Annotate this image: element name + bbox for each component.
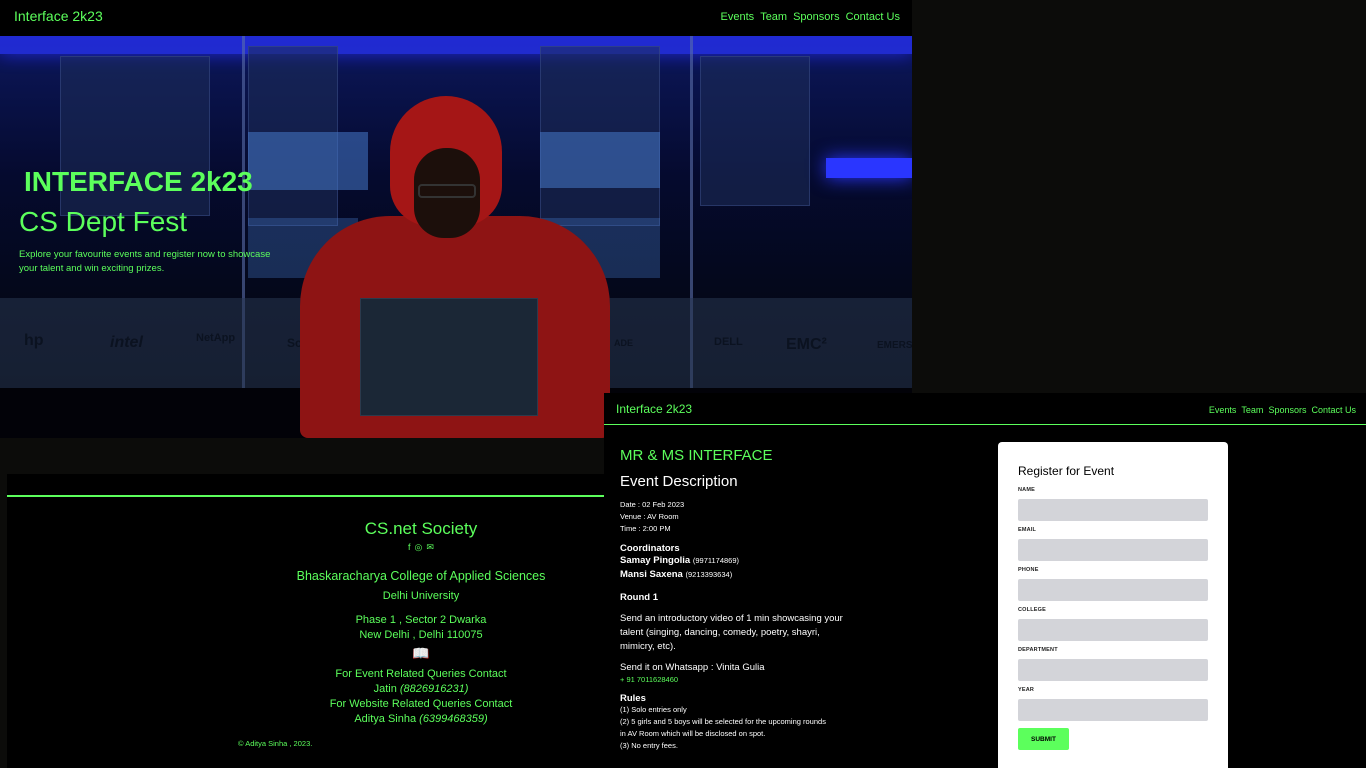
name-field-group: NAME — [1018, 487, 1208, 521]
department-input[interactable] — [1018, 659, 1208, 681]
submit-button[interactable]: SUBMIT — [1018, 728, 1069, 750]
round-heading: Round 1 — [620, 592, 658, 603]
nav-links: Events Team Sponsors Contact Us — [721, 11, 900, 23]
event-contact-phone[interactable]: (8826916231) — [400, 683, 469, 695]
top-navbar: Interface 2k23 Events Team Sponsors Cont… — [0, 0, 912, 36]
hero-title: INTERFACE 2k23 — [24, 166, 253, 197]
rules-heading: Rules — [620, 693, 646, 704]
year-input[interactable] — [1018, 699, 1208, 721]
event-details: MR & MS INTERFACE Event Description Date… — [620, 447, 860, 752]
website-contact-name: Aditya Sinha — [354, 713, 417, 725]
event-navbar: Interface 2k23 Events Team Sponsors Cont… — [604, 393, 1366, 425]
event-nav-link-contact[interactable]: Contact Us — [1311, 405, 1356, 415]
coordinators-heading: Coordinators — [620, 543, 680, 554]
whatsapp-text: Send it on Whatsapp : Vinita Gulia — [620, 662, 765, 673]
copyright-text: © Aditya Sinha , 2023. — [238, 739, 313, 748]
name-input[interactable] — [1018, 499, 1208, 521]
year-field-group: YEAR — [1018, 687, 1208, 721]
department-field-group: DEPARTMENT — [1018, 647, 1208, 681]
event-nav-link-sponsors[interactable]: Sponsors — [1268, 405, 1306, 415]
registration-title: Register for Event — [1018, 464, 1115, 478]
event-nav-link-events[interactable]: Events — [1209, 405, 1237, 415]
event-description-heading: Event Description — [620, 473, 738, 490]
nav-link-sponsors[interactable]: Sponsors — [793, 11, 839, 23]
event-page-screenshot: Interface 2k23 Events Team Sponsors Cont… — [604, 393, 1366, 768]
coordinator-name: Samay Pingolia — [620, 555, 691, 566]
college-field-group: COLLEGE — [1018, 607, 1208, 641]
nav-link-events[interactable]: Events — [721, 11, 755, 23]
laptop-image — [360, 298, 538, 416]
hero-description: Explore your favourite events and regist… — [19, 249, 271, 274]
name-label: NAME — [1018, 487, 1035, 493]
rule-item: (1) Solo entries only — [620, 705, 687, 714]
event-title: MR & MS INTERFACE — [620, 447, 773, 464]
coordinator-phone: (9971174869) — [692, 556, 740, 565]
coordinator-phone: (9213393634) — [685, 570, 733, 579]
event-date: Date : 02 Feb 2023 — [620, 500, 685, 509]
footer-screenshot: CS.net Society f ◎ ✉ Bhaskaracharya Coll… — [7, 474, 604, 768]
phone-field-group: PHONE — [1018, 567, 1208, 601]
instagram-icon[interactable]: ◎ — [415, 541, 423, 553]
registration-form: Register for Event NAME EMAIL PHONE COLL… — [998, 442, 1228, 768]
college-label: COLLEGE — [1018, 607, 1046, 613]
hero-person-image — [290, 96, 620, 438]
nav-link-contact[interactable]: Contact Us — [846, 11, 900, 23]
nav-link-team[interactable]: Team — [760, 11, 787, 23]
coordinator-item: Mansi Saxena (9213393634) — [620, 568, 860, 582]
rule-item: (3) No entry fees. — [620, 741, 678, 750]
hero-page-screenshot: Interface 2k23 Events Team Sponsors Cont… — [0, 0, 912, 438]
email-field-group: EMAIL — [1018, 527, 1208, 561]
brand-logo[interactable]: Interface 2k23 — [14, 8, 103, 24]
rule-item: (2) 5 girls and 5 boys will be selected … — [620, 717, 826, 726]
hero-text-block: INTERFACE 2k23 CS Dept Fest Explore your… — [19, 166, 289, 276]
department-label: DEPARTMENT — [1018, 647, 1058, 653]
coordinator-name: Mansi Saxena — [620, 569, 683, 580]
website-contact-phone[interactable]: (6399468359) — [419, 713, 488, 725]
footer-divider — [7, 495, 604, 497]
event-time: Time : 2:00 PM — [620, 524, 671, 533]
phone-input[interactable] — [1018, 579, 1208, 601]
whatsapp-phone[interactable]: + 91 7011628460 — [620, 675, 860, 684]
event-brand-logo[interactable]: Interface 2k23 — [616, 402, 692, 416]
event-venue: Venue : AV Room — [620, 512, 679, 521]
year-label: YEAR — [1018, 687, 1035, 693]
hero-subtitle: CS Dept Fest — [19, 206, 188, 237]
phone-label: PHONE — [1018, 567, 1039, 573]
round-description: Send an introductory video of 1 min show… — [620, 613, 843, 652]
email-label: EMAIL — [1018, 527, 1037, 533]
email-input[interactable] — [1018, 539, 1208, 561]
event-nav-link-team[interactable]: Team — [1241, 405, 1263, 415]
event-contact-name: Jatin — [373, 683, 397, 695]
coordinator-item: Samay Pingolia (9971174869) — [620, 554, 860, 568]
rule-item: in AV Room which will be disclosed on sp… — [620, 729, 766, 738]
college-input[interactable] — [1018, 619, 1208, 641]
facebook-icon[interactable]: f — [408, 541, 411, 553]
mail-icon[interactable]: ✉ — [426, 541, 434, 553]
event-nav-links: Events Team Sponsors Contact Us — [1209, 405, 1356, 415]
